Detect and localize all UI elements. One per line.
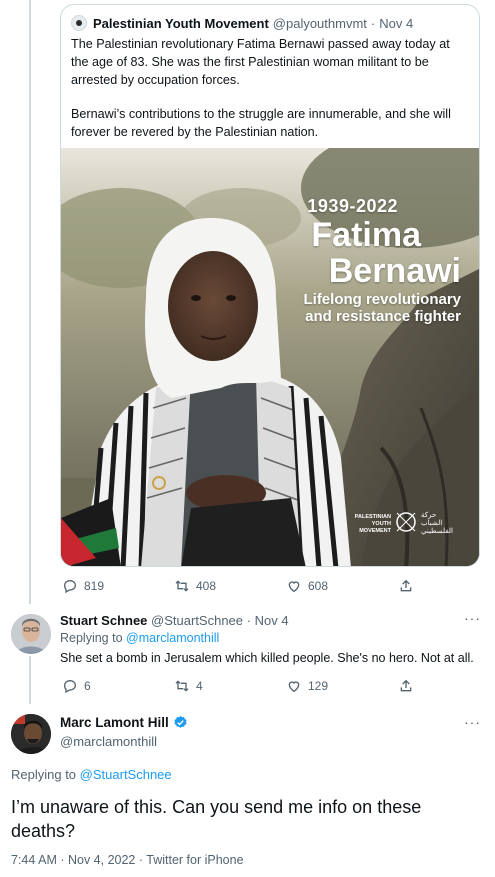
- person-photo-icon: [11, 614, 51, 654]
- replying-to-label: Replying to: [60, 631, 123, 645]
- quoted-tweet-header: Palestinian Youth Movement @palyouthmvmt…: [71, 15, 413, 31]
- reply-author-handle[interactable]: @StuartSchnee: [151, 613, 243, 628]
- like-action[interactable]: 608: [286, 578, 328, 594]
- reply-icon: [63, 579, 77, 594]
- quoted-author-avatar[interactable]: [71, 15, 87, 31]
- verified-badge-icon: [174, 715, 187, 728]
- thread-connector-line: [29, 0, 31, 604]
- retweet-count: 408: [196, 579, 217, 593]
- quoted-tweet-paragraph-2: Bernawi’s contributions to the struggle …: [71, 107, 451, 139]
- main-replying-to-label: Replying to: [11, 767, 77, 782]
- reply-tweet-like-count: 129: [308, 679, 329, 693]
- reply-tweet-retweet-action[interactable]: 4: [174, 678, 203, 694]
- quoted-tweet-paragraph-1: The Palestinian revolutionary Fatima Ber…: [71, 37, 450, 87]
- poster-years: 1939-2022: [307, 196, 398, 216]
- poster-last-name: Bernawi: [328, 252, 461, 290]
- poster-tagline-2: and resistance fighter: [305, 308, 461, 325]
- logo-arabic-line-1: حركة: [421, 512, 437, 519]
- stuart-schnee-avatar[interactable]: [11, 614, 51, 654]
- reply-author-name[interactable]: Stuart Schnee: [60, 613, 147, 628]
- reply-tweet-reply-action[interactable]: 6: [62, 678, 91, 694]
- logo-line-3: MOVEMENT: [359, 528, 391, 534]
- quoted-tweet-card[interactable]: Palestinian Youth Movement @palyouthmvmt…: [60, 4, 480, 567]
- main-tweet-author: Marc Lamont Hill: [60, 715, 188, 730]
- reply-tweet-date[interactable]: Nov 4: [255, 613, 289, 628]
- reply-tweet-header: Stuart Schnee @StuartSchnee · Nov 4: [60, 613, 289, 628]
- main-tweet-replying-to: Replying to @StuartSchnee: [11, 767, 172, 782]
- person-photo-icon: [11, 714, 51, 754]
- share-action[interactable]: [398, 578, 414, 594]
- main-tweet-timestamp[interactable]: 7:44 AM · Nov 4, 2022 · Twitter for iPho…: [11, 853, 244, 867]
- main-more-options-icon[interactable]: ···: [464, 714, 481, 730]
- main-author-handle[interactable]: @marclamonthill: [60, 734, 157, 749]
- logo-arabic-line-3: الفلسطيني: [421, 528, 453, 535]
- retweet-action[interactable]: 408: [174, 578, 216, 594]
- main-author-name[interactable]: Marc Lamont Hill: [60, 715, 169, 730]
- share-icon: [400, 679, 412, 692]
- main-tweet-text: I’m unaware of this. Can you send me inf…: [11, 797, 422, 841]
- reply-tweet-replying-to: Replying to @marclamonthill: [60, 631, 219, 645]
- retweet-icon: [175, 580, 189, 592]
- like-count: 608: [308, 579, 329, 593]
- reply-more-options-icon[interactable]: ···: [464, 610, 481, 626]
- heart-icon: [288, 581, 300, 593]
- logo-line-2: YOUTH: [371, 521, 391, 527]
- quoted-tweet-date[interactable]: Nov 4: [379, 16, 413, 31]
- poster-tagline-1: Lifelong revolutionary: [303, 291, 461, 308]
- quoted-author-handle[interactable]: @palyouthmvmt: [273, 16, 367, 31]
- poster-logo-english: PALESTINIAN YOUTH MOVEMENT: [351, 514, 391, 535]
- memorial-poster-image[interactable]: 1939-2022 Fatima Bernawi Lifelong revolu…: [61, 148, 479, 566]
- retweet-icon: [175, 680, 189, 692]
- reply-tweet-reply-count: 6: [84, 679, 91, 693]
- replying-to-link[interactable]: @marclamonthill: [126, 631, 219, 645]
- poster-logo-arabic: حركة الشباب الفلسطيني: [421, 512, 461, 536]
- reply-tweet-share-action[interactable]: [398, 678, 414, 694]
- dot-separator: ·: [370, 15, 376, 31]
- reply-tweet-retweet-count: 4: [196, 679, 203, 693]
- heart-icon: [288, 681, 300, 693]
- poster-first-name: Fatima: [311, 216, 421, 254]
- dot-separator: ·: [246, 613, 251, 628]
- reply-tweet-like-action[interactable]: 129: [286, 678, 328, 694]
- reply-icon: [63, 679, 77, 694]
- logo-line-1: PALESTINIAN: [354, 514, 391, 520]
- quoted-author-name[interactable]: Palestinian Youth Movement: [93, 16, 269, 31]
- marc-lamont-hill-avatar[interactable]: [11, 714, 51, 754]
- main-replying-to-link[interactable]: @StuartSchnee: [80, 767, 172, 782]
- reply-count: 819: [84, 579, 105, 593]
- quoted-tweet-text: The Palestinian revolutionary Fatima Ber…: [71, 35, 469, 157]
- reply-tweet-text: She set a bomb in Jerusalem which killed…: [60, 651, 474, 665]
- share-icon: [400, 579, 412, 592]
- reply-action[interactable]: 819: [62, 578, 104, 594]
- logo-arabic-line-2: الشباب: [421, 520, 443, 527]
- thread-connector-line-2: [29, 656, 31, 704]
- poster-text: 1939-2022 Fatima Bernawi Lifelong revolu…: [266, 196, 461, 325]
